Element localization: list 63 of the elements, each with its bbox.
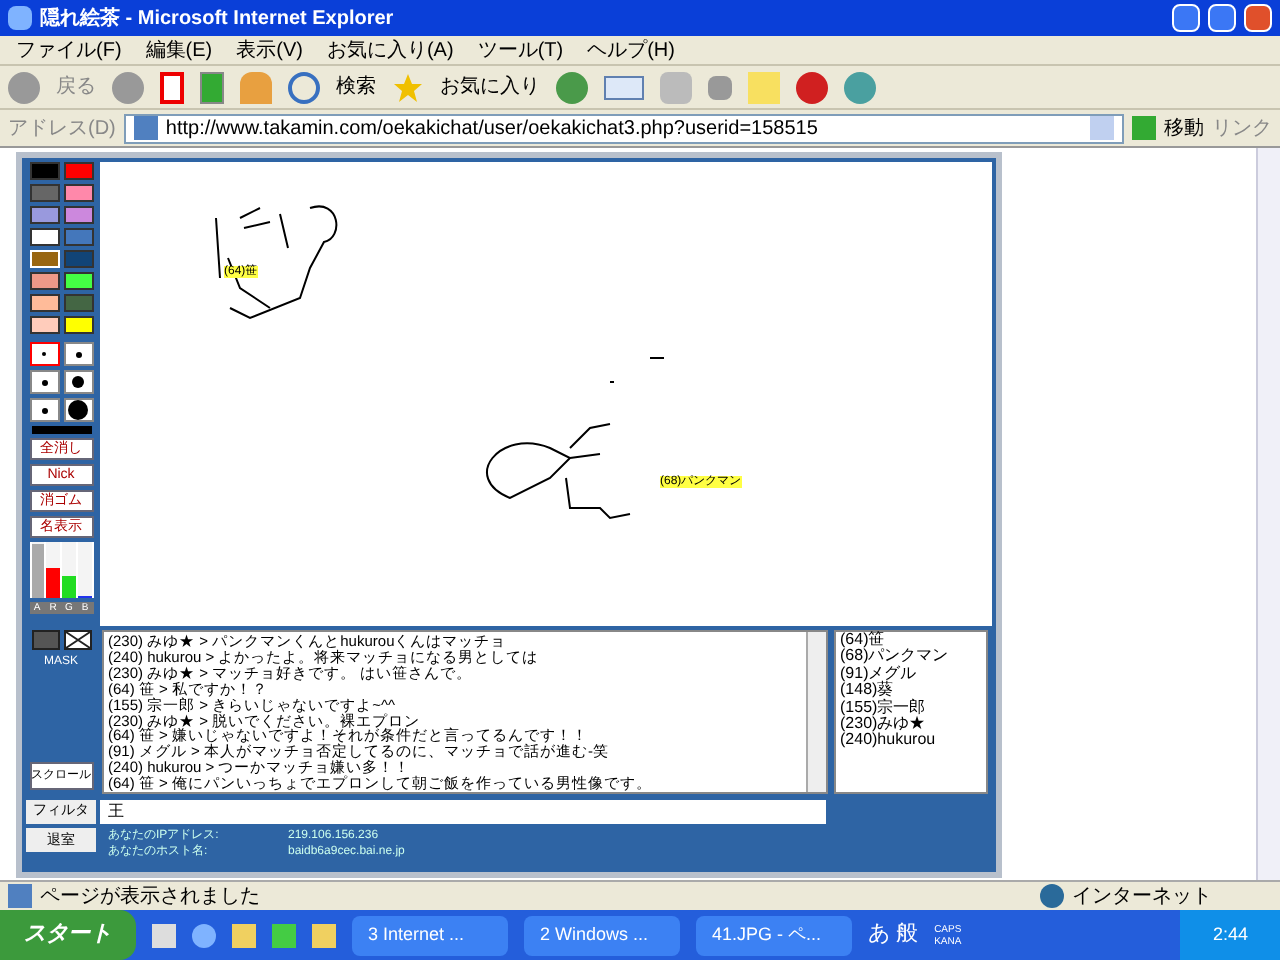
close-button[interactable]: [1244, 4, 1272, 32]
color-swatch[interactable]: [63, 228, 93, 246]
pen-size-button[interactable]: [29, 370, 59, 394]
search-label[interactable]: 検索: [336, 72, 376, 102]
maximize-button[interactable]: [1208, 4, 1236, 32]
line-width-bar: [31, 426, 91, 434]
ime-label[interactable]: あ 般: [868, 918, 919, 952]
address-field[interactable]: http://www.takamin.com/oekakichat/user/oekakichat3.php?userid=158515: [123, 113, 1124, 143]
menu-item[interactable]: お気に入り(A): [326, 35, 454, 65]
user-entry[interactable]: (64)笹: [840, 632, 982, 649]
url-text: http://www.takamin.com/oekakichat/user/oekakichat3.php?userid=158515: [165, 115, 820, 143]
pen-size-button[interactable]: [63, 370, 93, 394]
user-entry[interactable]: (68)パンクマン: [840, 648, 982, 666]
color-swatch[interactable]: [63, 162, 93, 180]
scrollbar[interactable]: [806, 632, 826, 792]
page-scrollbar[interactable]: [1256, 148, 1280, 880]
menu-item[interactable]: 表示(V): [236, 35, 303, 65]
color-swatch[interactable]: [29, 316, 59, 334]
color-swatch[interactable]: [63, 250, 93, 268]
filter-field[interactable]: 王: [100, 799, 826, 823]
mask-toggle[interactable]: [31, 630, 59, 650]
slider-track[interactable]: [62, 542, 76, 598]
clock: 2:44: [1212, 921, 1248, 948]
color-swatch[interactable]: [29, 228, 59, 246]
pen-size-button[interactable]: [29, 398, 59, 422]
favorites-label[interactable]: お気に入り: [440, 72, 540, 102]
pen-size-button[interactable]: [29, 342, 59, 366]
user-entry[interactable]: (240)hukurou: [840, 732, 982, 750]
zone-label: インターネット: [1072, 883, 1214, 911]
slider-track[interactable]: [46, 542, 60, 598]
color-swatch[interactable]: [29, 272, 59, 290]
menu-item[interactable]: 編集(E): [145, 35, 213, 65]
user-entry[interactable]: (230)みゆ★: [840, 716, 982, 733]
slider-track[interactable]: [77, 542, 91, 598]
user-entry[interactable]: (91)メグル: [840, 665, 982, 683]
color-swatch[interactable]: [29, 206, 59, 224]
mask-off-icon[interactable]: [63, 630, 91, 650]
minimize-button[interactable]: [1172, 4, 1200, 32]
task-button[interactable]: 3 Internet ...: [352, 915, 508, 955]
menu-item[interactable]: ツール(T): [477, 35, 564, 65]
start-button[interactable]: スタート: [0, 910, 136, 960]
color-swatch[interactable]: [29, 162, 59, 180]
menu-item[interactable]: ヘルプ(H): [587, 35, 675, 65]
color-swatch[interactable]: [29, 184, 59, 202]
color-swatch[interactable]: [63, 272, 93, 290]
color-swatch[interactable]: [29, 294, 59, 312]
color-swatch[interactable]: [63, 184, 93, 202]
color-swatch[interactable]: [63, 316, 93, 334]
circle-logo-icon[interactable]: [796, 71, 828, 103]
task-button[interactable]: 41.JPG - ペ...: [696, 915, 852, 955]
color-swatch[interactable]: [63, 294, 93, 312]
window-title: 隠れ絵茶 - Microsoft Internet Explorer: [40, 5, 396, 33]
pen-size-button[interactable]: [63, 342, 93, 366]
pen-size-button[interactable]: [63, 398, 93, 422]
user-entry[interactable]: (155)宗一郎: [840, 699, 982, 717]
menu-item[interactable]: ファイル(F): [16, 35, 122, 65]
task-button[interactable]: 2 Windows ...: [524, 915, 680, 955]
user-entry[interactable]: (148)葵: [840, 682, 982, 700]
go-label[interactable]: 移動: [1164, 113, 1204, 143]
address-label: アドレス(D): [8, 115, 116, 143]
star-icon[interactable]: [392, 71, 424, 103]
status-message: ページが表示されました: [40, 883, 262, 911]
color-swatch[interactable]: [63, 206, 93, 224]
